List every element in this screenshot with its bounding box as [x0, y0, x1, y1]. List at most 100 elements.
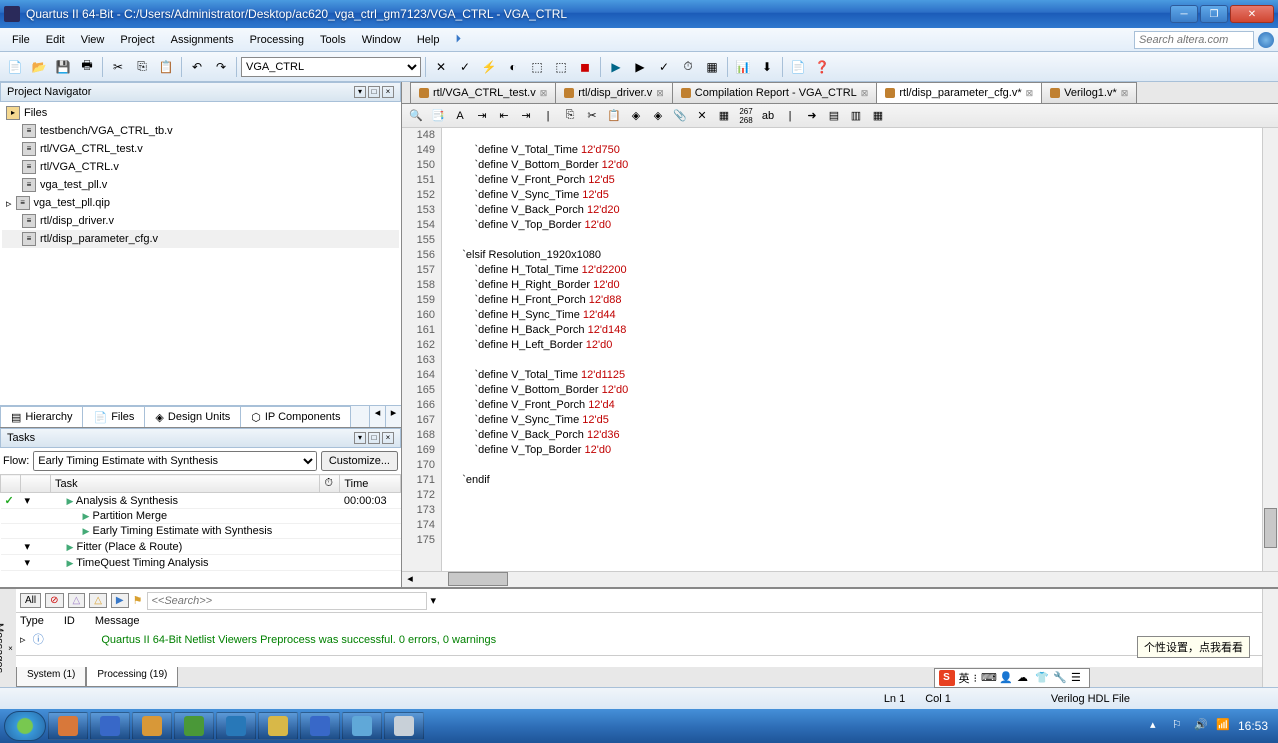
play-icon[interactable]: ▶	[605, 56, 627, 78]
tray-volume-icon[interactable]: 🔊	[1194, 718, 1210, 734]
msg-error-icon[interactable]: ⊘	[45, 593, 63, 608]
tab-design-units[interactable]: ◈ Design Units	[144, 406, 241, 427]
indent-icon[interactable]: ⇥	[472, 106, 492, 126]
tree-file[interactable]: ≡rtl/VGA_CTRL.v	[2, 158, 399, 176]
menu-tools[interactable]: Tools	[312, 31, 354, 49]
scroll-thumb[interactable]	[448, 572, 508, 586]
tab-prev-icon[interactable]: ◂	[369, 406, 385, 427]
taskbar-app[interactable]	[132, 712, 172, 740]
ime-lang[interactable]: 英	[959, 670, 970, 686]
tab-close-icon[interactable]: ⊠	[540, 88, 548, 99]
print-icon[interactable]: 🖶	[76, 56, 98, 78]
ime-tool-icon[interactable]: 🔧	[1053, 671, 1067, 685]
tab-processing[interactable]: Processing (19)	[86, 667, 178, 687]
editor-tab[interactable]: rtl/disp_driver.v⊠	[555, 82, 673, 103]
tray-clock[interactable]: 16:53	[1238, 719, 1268, 733]
ime-kb-icon[interactable]: ⌨	[981, 671, 995, 685]
az-icon[interactable]: A	[450, 106, 470, 126]
save-icon[interactable]: 💾	[52, 56, 74, 78]
msg-vscroll[interactable]	[1262, 589, 1278, 687]
task-row[interactable]: ✓▾▶ Analysis & Synthesis00:00:03	[1, 493, 401, 509]
menu-assignments[interactable]: Assignments	[163, 31, 242, 49]
arrow-icon[interactable]: ➜	[802, 106, 822, 126]
msg-warn-icon[interactable]: △	[68, 593, 86, 608]
tab-files[interactable]: 📄 Files	[82, 406, 145, 427]
expand-icon[interactable]: ▹	[20, 634, 26, 646]
pin-icon[interactable]: ▾	[354, 86, 366, 98]
doc-icon[interactable]: 📄	[787, 56, 809, 78]
paste-icon[interactable]: 📋	[155, 56, 177, 78]
msg-flag-icon[interactable]: ⚑	[133, 594, 143, 607]
task-row[interactable]: ▾▶ Fitter (Place & Route)	[1, 539, 401, 555]
tree-root[interactable]: ▸Files	[2, 104, 399, 122]
ime-cloud-icon[interactable]: ☁	[1017, 671, 1031, 685]
tool-icon[interactable]: ◈	[626, 106, 646, 126]
ime-skin-icon[interactable]: 👕	[1035, 671, 1049, 685]
editor-tab[interactable]: rtl/VGA_CTRL_test.v⊠	[410, 82, 556, 103]
copy-icon[interactable]: ⎘	[131, 56, 153, 78]
taskbar-app[interactable]	[384, 712, 424, 740]
new-icon[interactable]: 📄	[4, 56, 26, 78]
tool2-icon[interactable]: ◈	[648, 106, 668, 126]
tree-file[interactable]: ≡rtl/VGA_CTRL_test.v	[2, 140, 399, 158]
taskbar-app[interactable]	[48, 712, 88, 740]
paste-icon[interactable]: 📋	[604, 106, 624, 126]
report-icon[interactable]: 📊	[732, 56, 754, 78]
close-panel-icon[interactable]: ×	[382, 432, 394, 444]
ab-icon[interactable]: ab	[758, 106, 778, 126]
file-tree[interactable]: ▸Files ≡testbench/VGA_CTRL_tb.v≡rtl/VGA_…	[0, 102, 401, 405]
sheet-icon[interactable]: ▦	[714, 106, 734, 126]
horizontal-scrollbar[interactable]: ◂	[402, 571, 1278, 587]
menu-project[interactable]: Project	[112, 31, 162, 49]
msg-all-button[interactable]: All	[20, 593, 41, 608]
tray-flag-icon[interactable]: ⚐	[1172, 718, 1188, 734]
taskbar-app[interactable]	[174, 712, 214, 740]
taskbar-app[interactable]	[90, 712, 130, 740]
redo-icon[interactable]: ↷	[210, 56, 232, 78]
layout1-icon[interactable]: ▤	[824, 106, 844, 126]
editor-tab[interactable]: Compilation Report - VGA_CTRL⊠	[672, 82, 878, 103]
menu-view[interactable]: View	[73, 31, 113, 49]
editor-tab[interactable]: Verilog1.v*⊠	[1041, 82, 1137, 103]
tab-system[interactable]: System (1)	[16, 667, 86, 687]
tree-file[interactable]: ≡testbench/VGA_CTRL_tb.v	[2, 122, 399, 140]
outdent-icon[interactable]: ⇤	[494, 106, 514, 126]
minimize-button[interactable]: ─	[1170, 5, 1198, 23]
msg-info-icon[interactable]: ▶	[111, 593, 129, 608]
pin-icon[interactable]: ▾	[354, 432, 366, 444]
code-editor[interactable]: 1481491501511521531541551561571581591601…	[402, 128, 1278, 571]
bookmark-icon[interactable]: 📑	[428, 106, 448, 126]
menu-extra-icon[interactable]: ⏵	[447, 30, 469, 49]
maximize-button[interactable]: ❐	[1200, 5, 1228, 23]
dock-icon[interactable]: □	[368, 86, 380, 98]
menu-window[interactable]: Window	[354, 31, 409, 49]
scroll-thumb[interactable]	[1264, 508, 1277, 548]
tree-file[interactable]: ≡rtl/disp_parameter_cfg.v	[2, 230, 399, 248]
tasks-grid[interactable]: Task⏱Time ✓▾▶ Analysis & Synthesis00:00:…	[0, 474, 401, 587]
programmer-icon[interactable]: ⬇	[756, 56, 778, 78]
layout2-icon[interactable]: ▥	[846, 106, 866, 126]
globe-icon[interactable]	[1258, 32, 1274, 48]
cut-icon[interactable]: ✂	[582, 106, 602, 126]
msg-warn2-icon[interactable]: △	[89, 593, 107, 608]
tree-file[interactable]: ≡rtl/disp_driver.v	[2, 212, 399, 230]
editor-tab[interactable]: rtl/disp_parameter_cfg.v*⊠	[876, 82, 1042, 103]
chip-icon[interactable]: ▦	[701, 56, 723, 78]
settings-icon[interactable]: ✕	[430, 56, 452, 78]
msg-dropdown-icon[interactable]: ▾	[431, 594, 437, 607]
undo-icon[interactable]: ↶	[186, 56, 208, 78]
find-icon[interactable]: 🔍	[406, 106, 426, 126]
tab-close-icon[interactable]: ⊠	[656, 88, 664, 99]
tree-file[interactable]: ≡vga_test_pll.v	[2, 176, 399, 194]
ime-bar[interactable]: S 英 ⁝ ⌨ 👤 ☁ 👕 🔧 ☰	[934, 668, 1091, 688]
tab-close-icon[interactable]: ⊠	[861, 88, 869, 99]
messages-body[interactable]: ▹ ⓘ Quartus II 64-Bit Netlist Viewers Pr…	[16, 629, 1262, 655]
help2-icon[interactable]: ❓	[811, 56, 833, 78]
tab-ip[interactable]: ⬡ IP Components	[240, 406, 351, 427]
tool3-icon[interactable]: ⬚	[550, 56, 572, 78]
indent2-icon[interactable]: ⇥	[516, 106, 536, 126]
menu-file[interactable]: File	[4, 31, 38, 49]
task-row[interactable]: ▾▶ TimeQuest Timing Analysis	[1, 555, 401, 571]
taskbar-app[interactable]	[342, 712, 382, 740]
analyze-icon[interactable]: ✓	[653, 56, 675, 78]
